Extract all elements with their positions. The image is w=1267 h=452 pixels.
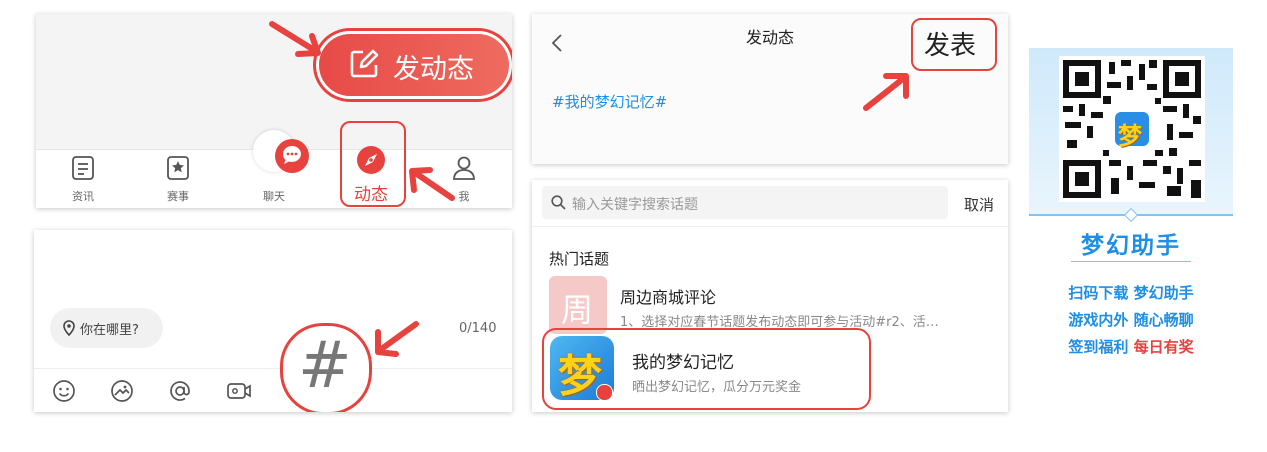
tab-events-label: 赛事 bbox=[167, 190, 189, 203]
location-placeholder: 你在哪里? bbox=[80, 323, 139, 338]
topic-item[interactable]: 梦 我的梦幻记忆 晒出梦幻记忆，瓜分万元奖金 bbox=[532, 336, 1008, 402]
promo-text: 随心畅聊 bbox=[1133, 311, 1194, 329]
qr-frame: 梦 bbox=[1029, 48, 1233, 214]
topic-search-panel: 输入关键字搜索话题 取消 热门话题 周 周边商城评论 1、选择对应春节话题发布动… bbox=[532, 180, 1008, 412]
moments-tab-highlight bbox=[340, 121, 406, 207]
search-icon bbox=[551, 195, 566, 210]
topic-item[interactable]: 周 周边商城评论 1、选择对应春节话题发布动态即可参与活动#r2、活… bbox=[532, 274, 1008, 336]
arrow-pointer-icon bbox=[863, 73, 909, 111]
hashtag-button[interactable]: # bbox=[280, 323, 372, 412]
promo-line: 签到福利 每日有奖 bbox=[1029, 336, 1233, 357]
news-icon bbox=[72, 156, 94, 180]
promo-title: 梦幻助手 bbox=[1081, 233, 1181, 259]
arrow-pointer-icon bbox=[269, 21, 321, 57]
char-count: 0/140 bbox=[459, 321, 497, 336]
publish-label: 发表 bbox=[924, 31, 977, 61]
topic-title: 我的梦幻记忆 bbox=[632, 353, 734, 373]
promo-text-highlight: 每日有奖 bbox=[1133, 338, 1194, 356]
topic-tag[interactable]: #我的梦幻记忆# bbox=[552, 91, 667, 112]
compose-panel: 你在哪里? 0/140 # bbox=[34, 230, 512, 412]
emoji-icon[interactable] bbox=[52, 379, 76, 403]
hashtag-symbol: # bbox=[298, 329, 352, 403]
tab-events[interactable]: 赛事 bbox=[148, 150, 208, 208]
section-title: 热门话题 bbox=[549, 250, 610, 268]
edit-icon bbox=[350, 49, 379, 78]
netease-logo-icon bbox=[596, 384, 613, 401]
search-divider bbox=[532, 226, 1008, 227]
qr-promo: 梦 梦幻助手 扫码下载 梦幻助手 游戏内外 随心畅聊 签到福利 每日有奖 bbox=[1029, 48, 1233, 368]
location-button[interactable]: 你在哪里? bbox=[50, 308, 163, 348]
promo-text: 签到福利 bbox=[1068, 338, 1129, 356]
cancel-button[interactable]: 取消 bbox=[964, 194, 994, 215]
promo-text: 游戏内外 bbox=[1068, 311, 1129, 329]
search-placeholder: 输入关键字搜索话题 bbox=[572, 197, 698, 213]
search-box[interactable]: 输入关键字搜索话题 bbox=[542, 186, 948, 219]
post-moment-button[interactable]: 发动态 bbox=[319, 34, 509, 96]
image-icon[interactable] bbox=[110, 379, 134, 403]
promo-text: 梦幻助手 bbox=[1133, 284, 1194, 302]
toolbar-divider bbox=[34, 368, 512, 369]
topic-title: 周边商城评论 bbox=[620, 288, 717, 307]
post-moment-label: 发动态 bbox=[393, 54, 474, 85]
arrow-pointer-icon bbox=[375, 321, 419, 357]
tab-chat[interactable]: 聊天 bbox=[244, 130, 309, 208]
promo-line: 游戏内外 随心畅聊 bbox=[1029, 309, 1233, 330]
qr-app-logo: 梦 bbox=[1118, 122, 1142, 150]
arrow-pointer-icon bbox=[409, 167, 455, 201]
tab-news[interactable]: 资讯 bbox=[53, 150, 113, 208]
trophy-icon bbox=[167, 156, 189, 180]
topic-badge: 周 bbox=[549, 276, 607, 334]
tab-news-label: 资讯 bbox=[72, 190, 94, 203]
game-app-icon: 梦 bbox=[550, 336, 614, 402]
promo-text: 扫码下载 bbox=[1068, 284, 1129, 302]
video-icon[interactable] bbox=[226, 380, 252, 402]
chat-icon bbox=[253, 130, 309, 173]
title-underline bbox=[1071, 261, 1191, 262]
topic-desc: 晒出梦幻记忆，瓜分万元奖金 bbox=[632, 380, 802, 395]
publish-panel: 发动态 发表 #我的梦幻记忆# bbox=[532, 14, 1008, 164]
promo-line: 扫码下载 梦幻助手 bbox=[1029, 282, 1233, 303]
community-home-panel: 发动态 资讯 赛事 聊天 动态 我 bbox=[36, 14, 512, 208]
mention-icon[interactable] bbox=[168, 379, 192, 403]
topic-badge-text: 周 bbox=[561, 291, 594, 329]
location-pin-icon bbox=[63, 320, 75, 336]
tab-chat-label: 聊天 bbox=[263, 190, 285, 203]
